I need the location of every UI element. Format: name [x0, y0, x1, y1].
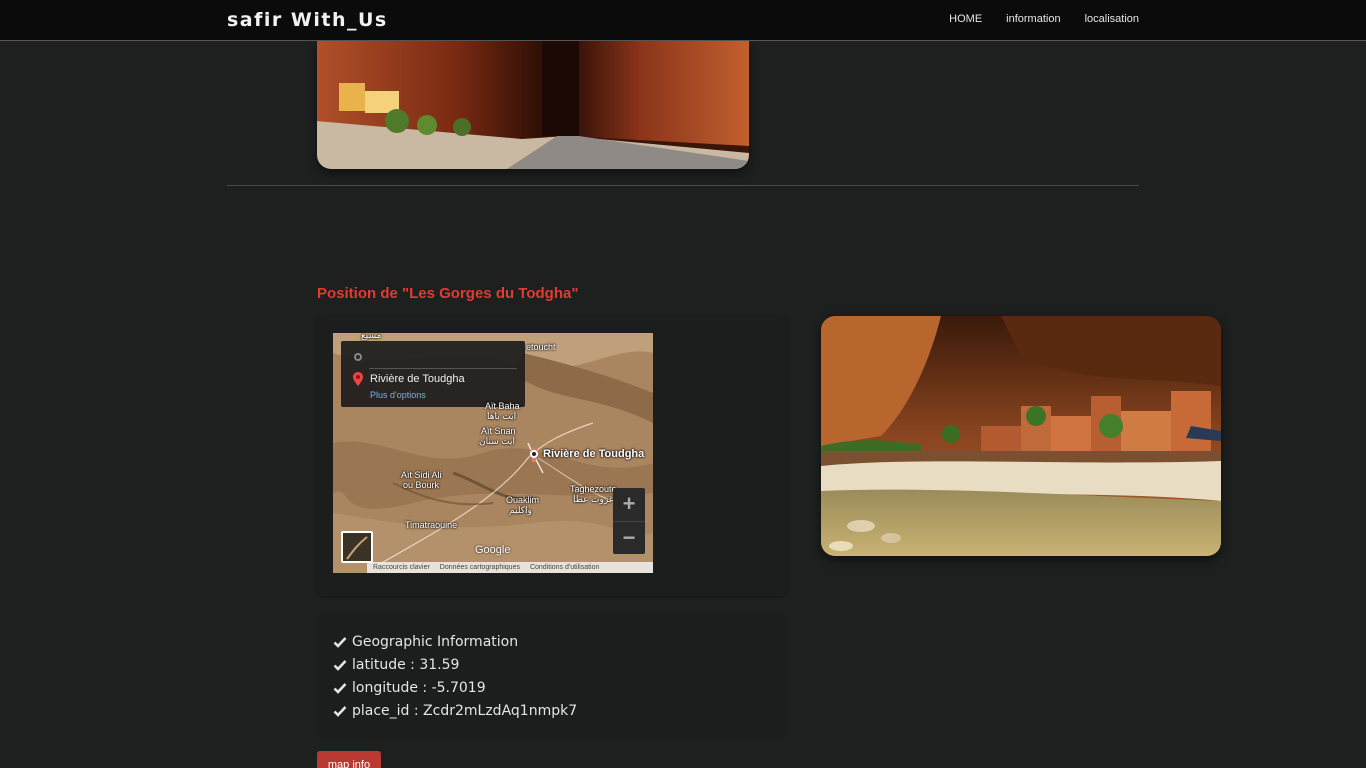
map-label: Taghezoute — [570, 484, 617, 494]
geo-info-list: Geographic Information latitude : 31.59 … — [333, 630, 577, 722]
place-id-value: place_id : Zcdr2mLzdAq1nmpk7 — [352, 702, 578, 719]
zoom-controls: + − — [613, 488, 645, 554]
start-point-icon — [354, 353, 362, 361]
map-label: Aït Snan — [481, 426, 516, 436]
directions-popup[interactable]: Rivière de Toudgha Plus d'options — [341, 341, 525, 407]
gorge-road-photo — [317, 41, 749, 169]
list-item: longitude : -5.7019 — [333, 676, 577, 699]
list-item: latitude : 31.59 — [333, 653, 577, 676]
map-label: ايت سنان — [479, 436, 515, 446]
map-label: Aït Sidi Ali — [401, 470, 442, 480]
gorge-village-photo — [821, 316, 1221, 556]
check-icon — [333, 659, 347, 671]
map-pin-icon — [353, 372, 363, 386]
google-logo: Google — [475, 544, 511, 556]
nav-information-link[interactable]: information — [1006, 13, 1060, 25]
nav-localisation-link[interactable]: localisation — [1085, 13, 1139, 25]
popup-destination: Rivière de Toudgha — [370, 373, 465, 385]
popup-divider — [369, 368, 517, 369]
more-options-link[interactable]: Plus d'options — [370, 390, 426, 400]
brand-logo[interactable]: safir With_Us — [227, 9, 388, 31]
check-icon — [333, 682, 347, 694]
map-data-link[interactable]: Données cartographiques — [440, 564, 520, 571]
map-label: Ouaklim — [506, 495, 540, 505]
map-label: مسيع — [361, 333, 382, 340]
longitude-value: longitude : -5.7019 — [352, 679, 486, 696]
nav-home-link[interactable]: HOME — [949, 13, 982, 25]
list-item: place_id : Zcdr2mLzdAq1nmpk7 — [333, 699, 577, 722]
nav-links: HOME information localisation — [949, 13, 1139, 25]
terms-link[interactable]: Conditions d'utilisation — [530, 564, 599, 571]
check-icon — [333, 636, 347, 648]
map-label: واكليم — [509, 505, 532, 515]
map-footer: Raccourcis clavier Données cartographiqu… — [367, 562, 653, 573]
zoom-in-button[interactable]: + — [613, 488, 645, 521]
navbar: safir With_Us HOME information localisat… — [0, 0, 1366, 41]
keyboard-shortcuts-link[interactable]: Raccourcis clavier — [373, 564, 430, 571]
check-icon — [333, 705, 347, 717]
zoom-out-button[interactable]: − — [613, 522, 645, 555]
map-label: etoucht — [526, 342, 556, 352]
list-item: Geographic Information — [333, 630, 577, 653]
map-label: ou Bourk — [403, 480, 440, 490]
geo-info-heading: Geographic Information — [352, 633, 519, 650]
section-title: Position de "Les Gorges du Todgha" — [317, 285, 579, 302]
map-label: Timatraouine — [405, 520, 458, 530]
map-label: Aït Baha — [485, 401, 520, 411]
section-divider — [227, 185, 1139, 186]
map-label-destination: Rivière de Toudgha — [543, 448, 645, 460]
map-info-button[interactable]: map info — [317, 751, 381, 768]
latitude-value: latitude : 31.59 — [352, 656, 460, 673]
map-label: ايت باها — [487, 411, 517, 421]
map-label: تاغزوت عطا — [573, 494, 619, 504]
google-map[interactable]: Rivière de Toudgha Plus d'options مسيع e… — [333, 333, 653, 573]
satellite-toggle-thumbnail[interactable] — [341, 531, 373, 563]
